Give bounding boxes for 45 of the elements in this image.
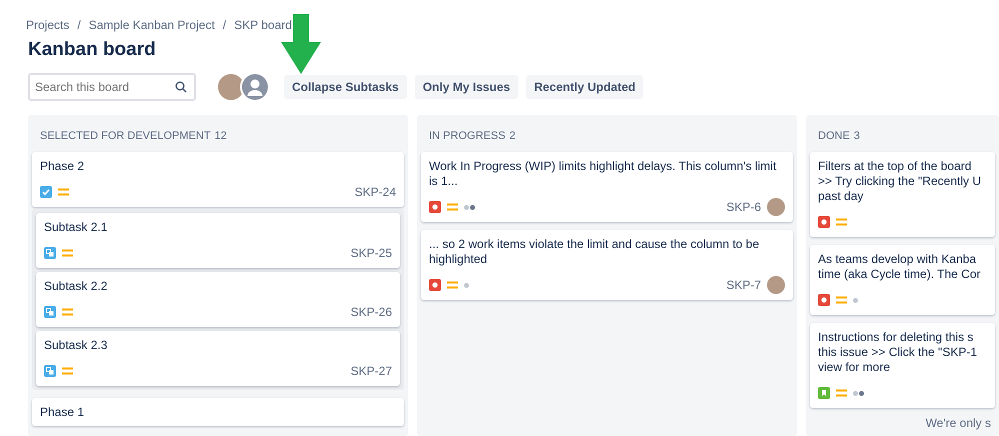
breadcrumb-separator: / — [222, 18, 226, 32]
issue-key[interactable]: SKP-25 — [350, 246, 392, 260]
card-title: ... so 2 work items violate the limit and cause the column to be highlighted — [429, 237, 760, 267]
issue-card[interactable]: Subtask 2.1 SKP-25 — [36, 213, 400, 268]
issue-card[interactable]: As teams develop with Kanba time (aka Cycle time). The Cor — [810, 245, 995, 315]
issue-key[interactable]: SKP-24 — [354, 185, 396, 199]
search-icon — [175, 81, 187, 93]
issue-card[interactable]: Work In Progress (WIP) limits highlight delays. This column's limit is 1... SKP-6 — [421, 152, 793, 222]
issue-card[interactable]: Phase 2 SKP-24 — [32, 152, 404, 207]
search-field[interactable]: Search this board — [28, 73, 196, 101]
card-title: Subtask 2.3 — [44, 338, 108, 353]
issue-key[interactable]: SKP-7 — [726, 278, 761, 292]
issue-key[interactable]: SKP-26 — [350, 305, 392, 319]
column-title: IN PROGRESS — [429, 130, 506, 142]
filter-button[interactable]: Recently Updated — [526, 75, 644, 99]
page-title: Kanban board — [28, 39, 157, 61]
issue-count: 2 — [509, 130, 516, 142]
issue-card[interactable]: Phase 1 — [32, 398, 404, 426]
breadcrumb-link[interactable]: Projects — [26, 18, 70, 32]
breadcrumb-separator: / — [77, 18, 81, 32]
issue-key[interactable]: SKP-6 — [726, 200, 761, 214]
user-silhouette-icon[interactable] — [240, 72, 270, 102]
column-title: DONE — [818, 130, 850, 142]
issue-card[interactable]: ... so 2 work items violate the limit and cause the column to be highlighted SKP-7 — [421, 230, 793, 300]
card-title: Subtask 2.2 — [44, 279, 108, 294]
issue-card[interactable]: Filters at the top of the board >> Try clicking the "Recently U past day — [810, 152, 995, 237]
card-title: Instructions for deleting this s this issue >> Click the "SKP-1 view for more — [818, 330, 978, 375]
filter-button[interactable]: Only My Issues — [414, 75, 518, 99]
card-title: Filters at the top of the board >> Try clicking the "Recently U past day — [818, 159, 982, 204]
issue-count: 12 — [214, 130, 227, 142]
card-title: Phase 2 — [40, 159, 86, 174]
breadcrumb-link[interactable]: SKP board — [234, 18, 292, 32]
filter-button[interactable]: Collapse Subtasks — [284, 75, 407, 99]
card-title: Phase 1 — [40, 405, 86, 420]
footer-note: We're only s — [924, 416, 992, 430]
card-title: Work In Progress (WIP) limits highlight delays. This column's limit is 1... — [429, 159, 778, 189]
column-title: SELECTED FOR DEVELOPMENT — [40, 130, 211, 142]
issue-key[interactable]: SKP-27 — [350, 364, 392, 378]
issue-card[interactable]: Instructions for deleting this s this issue >> Click the "SKP-1 view for more — [810, 323, 995, 408]
card-title: Subtask 2.1 — [44, 220, 108, 235]
card-title: As teams develop with Kanba time (aka Cycle time). The Cor — [818, 252, 982, 282]
issue-card[interactable]: Subtask 2.3 SKP-27 — [36, 331, 400, 386]
breadcrumb-link[interactable]: Sample Kanban Project — [88, 18, 215, 32]
issue-count: 3 — [854, 130, 860, 142]
issue-card[interactable]: Subtask 2.2 SKP-26 — [36, 272, 400, 327]
